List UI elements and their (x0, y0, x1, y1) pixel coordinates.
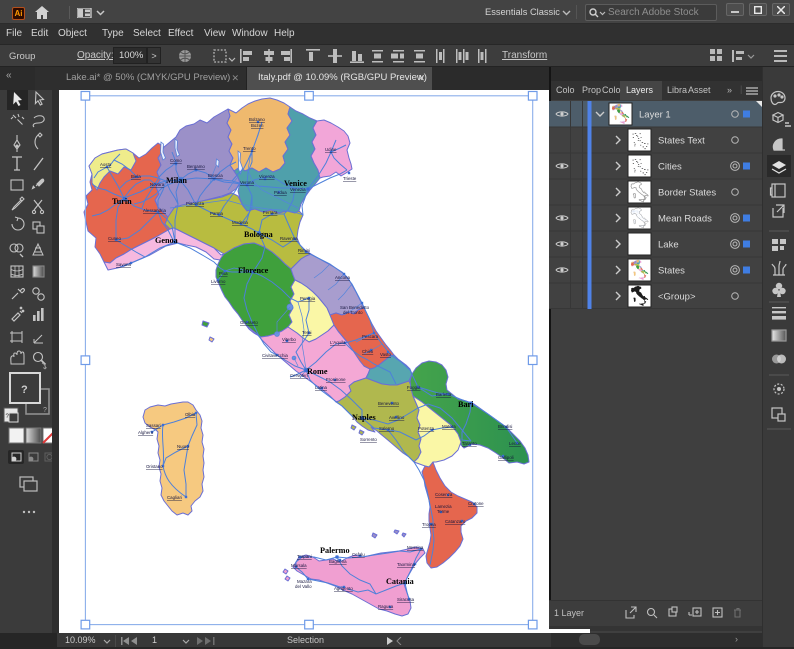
svg-text:Trieste: Trieste (343, 176, 357, 181)
svg-text:Matera: Matera (442, 424, 456, 429)
svg-text:Catania: Catania (386, 577, 414, 586)
svg-text:Naples: Naples (352, 413, 376, 422)
svg-text:Padua: Padua (274, 190, 287, 195)
svg-text:Trapani: Trapani (297, 554, 312, 559)
svg-text:Milan: Milan (166, 176, 187, 185)
svg-text:?: ? (43, 407, 47, 414)
svg-text:Ferrara: Ferrara (263, 210, 278, 215)
svg-text:Livorno: Livorno (211, 279, 226, 284)
svg-text:Rimini: Rimini (298, 248, 310, 253)
svg-text:Terni: Terni (302, 330, 312, 335)
svg-text:Cosenza: Cosenza (435, 492, 453, 497)
svg-text:Crotone: Crotone (468, 501, 484, 506)
svg-text:Brescia: Brescia (208, 173, 223, 178)
svg-text:Rome: Rome (307, 367, 328, 376)
svg-text:Genoa: Genoa (155, 236, 178, 245)
svg-text:Taormina: Taormina (397, 562, 416, 567)
svg-text:Vasto: Vasto (380, 352, 391, 357)
svg-text:Turin: Turin (112, 197, 132, 206)
svg-text:Parma: Parma (210, 211, 223, 216)
svg-text:Biela: Biela (131, 174, 141, 179)
svg-text:Piacenza: Piacenza (186, 201, 205, 206)
svg-text:Layer 1: Layer 1 (639, 110, 671, 121)
svg-text:Tropea: Tropea (422, 522, 436, 527)
svg-text:L'Aquila: L'Aquila (330, 340, 346, 345)
svg-text:Messina: Messina (407, 545, 424, 550)
svg-text:Catanzaro: Catanzaro (445, 519, 466, 524)
svg-text:Pisa: Pisa (219, 271, 228, 276)
svg-text:Grosseto: Grosseto (240, 320, 258, 325)
svg-text:Verona: Verona (240, 180, 254, 185)
svg-text:Novara: Novara (150, 182, 165, 187)
svg-text:Modena: Modena (232, 220, 248, 225)
svg-text:Lecce: Lecce (509, 441, 521, 446)
svg-text:Benevento: Benevento (378, 401, 400, 406)
svg-text:Border States: Border States (658, 188, 716, 199)
svg-text:Oristano: Oristano (146, 464, 163, 469)
svg-text:Potenza: Potenza (418, 426, 435, 431)
svg-text:States Text: States Text (658, 136, 705, 147)
svg-text:Bari: Bari (458, 400, 474, 409)
svg-text:Cagliari: Cagliari (167, 495, 182, 500)
svg-text:Chieti: Chieti (362, 349, 373, 354)
svg-text:Cerveteri: Cerveteri (290, 373, 308, 378)
svg-text:Nuoro: Nuoro (177, 444, 190, 449)
svg-text:Salerno: Salerno (379, 426, 395, 431)
svg-text:Civitavecchia: Civitavecchia (262, 353, 288, 358)
svg-text:Pescara: Pescara (362, 334, 379, 339)
svg-text:Siracusa: Siracusa (397, 597, 415, 602)
svg-text:Savona: Savona (116, 262, 131, 267)
svg-text:Florence: Florence (238, 266, 269, 275)
svg-text:Cuneo: Cuneo (108, 236, 121, 241)
svg-text:States: States (658, 266, 685, 277)
svg-text:Como: Como (170, 158, 182, 163)
svg-text:Sorrento: Sorrento (360, 437, 377, 442)
svg-text:Agrigento: Agrigento (334, 586, 353, 591)
svg-text:Bologna: Bologna (244, 230, 273, 239)
svg-text:Gallipoli: Gallipoli (498, 455, 514, 460)
svg-text:Foggia: Foggia (407, 385, 421, 390)
svg-text:Cities: Cities (658, 162, 682, 173)
svg-text:Terme: Terme (437, 509, 450, 514)
svg-text:Alghero: Alghero (138, 430, 154, 435)
svg-text:Mean Roads: Mean Roads (658, 214, 712, 225)
svg-text:Bagheria: Bagheria (329, 559, 347, 564)
svg-text:Ragusa: Ragusa (378, 604, 394, 609)
svg-text:Alessandria: Alessandria (143, 208, 166, 213)
svg-text:Aosta: Aosta (100, 162, 112, 167)
svg-text:Cefalu: Cefalu (352, 552, 365, 557)
svg-text:Bergamo: Bergamo (187, 164, 205, 169)
svg-text:del Tronto: del Tronto (343, 310, 363, 315)
svg-text:Brindisi: Brindisi (498, 424, 512, 429)
svg-text:Vicenza: Vicenza (259, 174, 275, 179)
svg-text:Ravenna: Ravenna (280, 236, 298, 241)
svg-text:Viterbo: Viterbo (282, 337, 296, 342)
svg-text:Palermo: Palermo (320, 546, 350, 555)
svg-text:Venice: Venice (284, 179, 307, 188)
svg-text:del Vallo: del Vallo (295, 584, 312, 589)
svg-text:Bolzano: Bolzano (249, 117, 265, 122)
svg-text:Ancona: Ancona (335, 275, 350, 280)
svg-text:Lake: Lake (658, 240, 679, 251)
svg-text:Barletta: Barletta (436, 392, 452, 397)
svg-text:Olbia: Olbia (185, 412, 196, 417)
svg-text:Taranto: Taranto (462, 441, 477, 446)
svg-text:<Group>: <Group> (658, 292, 696, 303)
svg-text:Frosinone: Frosinone (326, 377, 346, 382)
svg-text:?: ? (21, 384, 28, 396)
svg-text:Latina: Latina (315, 385, 328, 390)
svg-text:Udine: Udine (325, 147, 337, 152)
svg-text:Bozen: Bozen (251, 123, 264, 128)
svg-text:Sassari: Sassari (146, 423, 161, 428)
svg-text:Perugia: Perugia (300, 296, 316, 301)
svg-text:Trento: Trento (243, 146, 256, 151)
svg-text:Avellino: Avellino (389, 415, 405, 420)
svg-text:Marsala: Marsala (291, 563, 307, 568)
